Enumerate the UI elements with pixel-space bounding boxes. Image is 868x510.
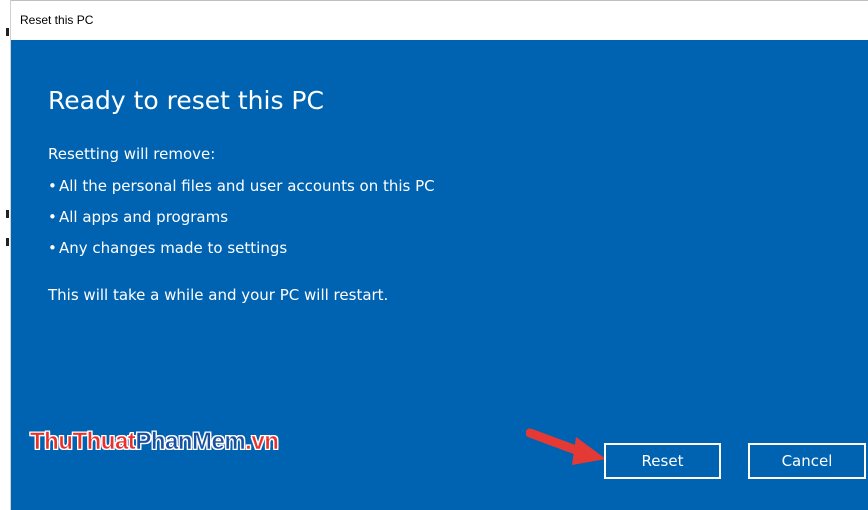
bullet: • bbox=[48, 239, 57, 257]
watermark-part: ThuThuat bbox=[30, 428, 136, 456]
reset-button[interactable]: Reset bbox=[604, 443, 721, 479]
edge-mark bbox=[6, 210, 9, 218]
removal-list: • All the personal files and user account… bbox=[48, 176, 435, 269]
reset-dialog-window: Reset this PC Ready to reset this PC Res… bbox=[0, 0, 868, 510]
page-title: Ready to reset this PC bbox=[48, 86, 324, 115]
list-item: • Any changes made to settings bbox=[48, 238, 435, 269]
window-title: Reset this PC bbox=[20, 13, 94, 27]
edge-mark bbox=[6, 28, 9, 36]
bullet: • bbox=[48, 208, 57, 226]
watermark-logo: ThuThuatPhanMem.vn bbox=[30, 428, 279, 456]
intro-text: Resetting will remove: bbox=[48, 145, 216, 163]
edge-mark bbox=[6, 238, 9, 246]
watermark-part: PhanMem bbox=[135, 428, 246, 456]
list-item-label: All apps and programs bbox=[59, 208, 229, 226]
restart-note: This will take a while and your PC will … bbox=[48, 286, 389, 304]
list-item: • All apps and programs bbox=[48, 207, 435, 238]
bullet: • bbox=[48, 177, 57, 195]
list-item-label: All the personal files and user accounts… bbox=[59, 177, 435, 195]
watermark-part: .vn bbox=[245, 428, 279, 456]
list-item-label: Any changes made to settings bbox=[59, 239, 288, 257]
background-window-edge bbox=[0, 0, 11, 510]
list-item: • All the personal files and user account… bbox=[48, 176, 435, 207]
title-bar[interactable]: Reset this PC bbox=[11, 0, 868, 40]
cancel-button[interactable]: Cancel bbox=[748, 443, 866, 479]
red-arrow-icon bbox=[526, 428, 606, 465]
